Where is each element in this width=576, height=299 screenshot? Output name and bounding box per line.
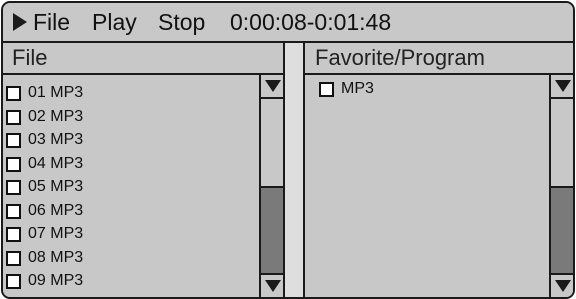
menu-play[interactable]: Play: [92, 7, 137, 37]
favorite-pane-title: Favorite/Program: [315, 45, 485, 70]
item-checkbox[interactable]: [6, 227, 21, 242]
item-checkbox[interactable]: [6, 109, 21, 125]
favorite-scroll-up-button[interactable]: [551, 75, 573, 99]
item-checkbox[interactable]: [6, 203, 21, 219]
scroll-down-arrow-icon: [555, 280, 571, 292]
file-list-scrollbar[interactable]: [259, 75, 285, 297]
file-pane-title: File: [12, 45, 48, 70]
file-scroll-up-button[interactable]: [261, 75, 285, 99]
item-checkbox[interactable]: [319, 82, 334, 97]
favorite-scroll-thumb[interactable]: [551, 186, 573, 275]
item-label: 01 MP3: [28, 84, 84, 101]
item-label: 07 MP3: [28, 225, 84, 242]
time-readout: 0:00:08-0:01:48: [230, 9, 392, 35]
list-item[interactable]: MP3: [305, 77, 549, 101]
list-item[interactable]: 06 MP3: [3, 199, 259, 223]
file-pane-header: File: [3, 43, 283, 75]
list-item[interactable]: 07 MP3: [3, 222, 259, 246]
item-label: 05 MP3: [28, 178, 84, 195]
file-list[interactable]: 01 MP3 02 MP3 03 MP3 04 MP3 05 MP3 06 MP3 07 M…: [3, 75, 259, 297]
list-item[interactable]: 02 MP3: [3, 105, 259, 129]
item-checkbox[interactable]: [6, 86, 21, 101]
item-checkbox[interactable]: [6, 133, 21, 148]
list-item[interactable]: 01 MP3: [3, 81, 259, 105]
scroll-down-arrow-icon: [265, 280, 281, 292]
file-scroll-down-button[interactable]: [261, 273, 285, 297]
item-checkbox[interactable]: [6, 250, 21, 266]
item-label: 06 MP3: [28, 201, 84, 219]
item-checkbox[interactable]: [6, 274, 21, 289]
item-label: 04 MP3: [28, 154, 84, 172]
pane-divider[interactable]: [283, 43, 305, 297]
menu-file[interactable]: File: [33, 7, 70, 37]
favorite-scroll-track[interactable]: [551, 99, 573, 275]
item-label: 08 MP3: [28, 248, 84, 266]
scroll-down-arrow-icon: [265, 80, 281, 92]
item-label: 03 MP3: [28, 131, 84, 148]
item-label: MP3: [341, 80, 374, 97]
favorite-list-scrollbar[interactable]: [549, 75, 573, 297]
list-item[interactable]: 04 MP3: [3, 152, 259, 176]
item-checkbox[interactable]: [6, 180, 21, 195]
play-triangle-icon[interactable]: [12, 12, 28, 32]
menu-stop[interactable]: Stop: [158, 7, 205, 37]
favorite-list[interactable]: MP3: [305, 75, 549, 297]
list-item[interactable]: 08 MP3: [3, 246, 259, 270]
list-item[interactable]: 03 MP3: [3, 128, 259, 152]
favorite-scroll-down-button[interactable]: [551, 273, 573, 297]
item-label: 02 MP3: [28, 107, 84, 125]
media-player-window: File Play Stop 0:00:08-0:01:48 File 01 M…: [1, 1, 575, 299]
file-scroll-thumb[interactable]: [261, 186, 285, 275]
file-scroll-track[interactable]: [261, 99, 285, 275]
item-label: 09 MP3: [28, 272, 84, 289]
list-item[interactable]: 09 MP3: [3, 269, 259, 293]
item-checkbox[interactable]: [6, 156, 21, 172]
list-item[interactable]: 05 MP3: [3, 175, 259, 199]
favorite-pane-header: Favorite/Program: [305, 43, 573, 75]
menu-bar: File Play Stop 0:00:08-0:01:48: [3, 3, 573, 43]
scroll-down-arrow-icon: [555, 80, 571, 92]
